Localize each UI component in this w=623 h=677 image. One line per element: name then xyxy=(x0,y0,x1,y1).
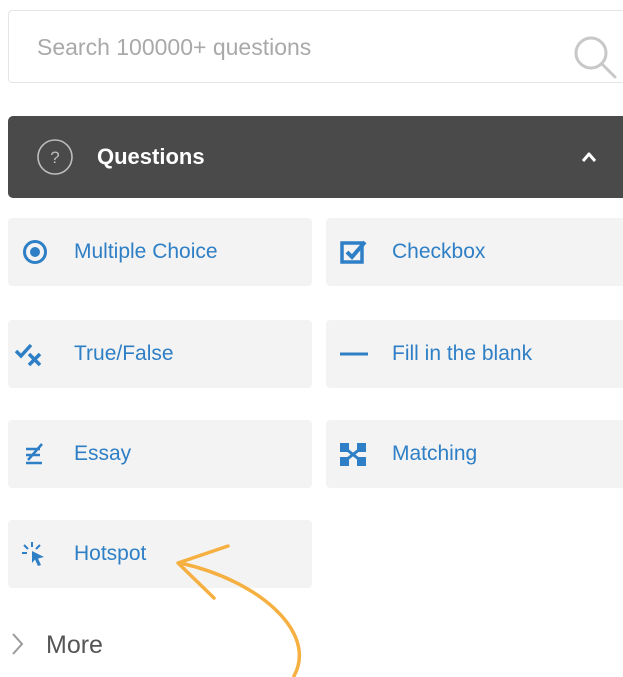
question-type-checkbox[interactable]: Checkbox xyxy=(326,218,623,286)
search-box[interactable] xyxy=(8,10,623,83)
more-label: More xyxy=(46,631,103,659)
question-type-matching[interactable]: Matching xyxy=(326,420,623,488)
question-circle-icon: ? xyxy=(37,139,73,175)
search-input[interactable] xyxy=(37,27,537,67)
essay-icon xyxy=(26,443,43,465)
question-type-label: Multiple Choice xyxy=(74,240,218,263)
question-type-label: True/False xyxy=(74,342,174,365)
search-icon[interactable] xyxy=(571,33,619,81)
question-type-label: Hotspot xyxy=(74,542,147,565)
question-type-multiple-choice[interactable]: Multiple Choice xyxy=(8,218,312,286)
blank-line-icon xyxy=(340,352,368,356)
question-type-hotspot[interactable]: Hotspot xyxy=(8,520,312,588)
hotspot-icon xyxy=(22,542,44,566)
question-type-label: Matching xyxy=(392,442,478,465)
question-type-label: Checkbox xyxy=(392,240,486,263)
matching-icon xyxy=(340,443,366,466)
checkbox-icon xyxy=(340,240,367,264)
svg-text:?: ? xyxy=(50,148,59,167)
question-type-true-false[interactable]: True/False xyxy=(8,320,312,388)
questions-header[interactable]: ? Questions xyxy=(8,116,623,198)
chevron-right-icon xyxy=(12,633,24,655)
chevron-up-icon[interactable] xyxy=(580,150,598,164)
question-type-fill-in-the-blank[interactable]: Fill in the blank xyxy=(326,320,623,388)
radio-icon xyxy=(23,240,47,264)
question-type-label: Fill in the blank xyxy=(392,342,533,365)
question-type-label: Essay xyxy=(74,442,132,465)
true-false-icon xyxy=(14,343,42,367)
section-title: Questions xyxy=(97,144,205,169)
question-type-essay[interactable]: Essay xyxy=(8,420,312,488)
